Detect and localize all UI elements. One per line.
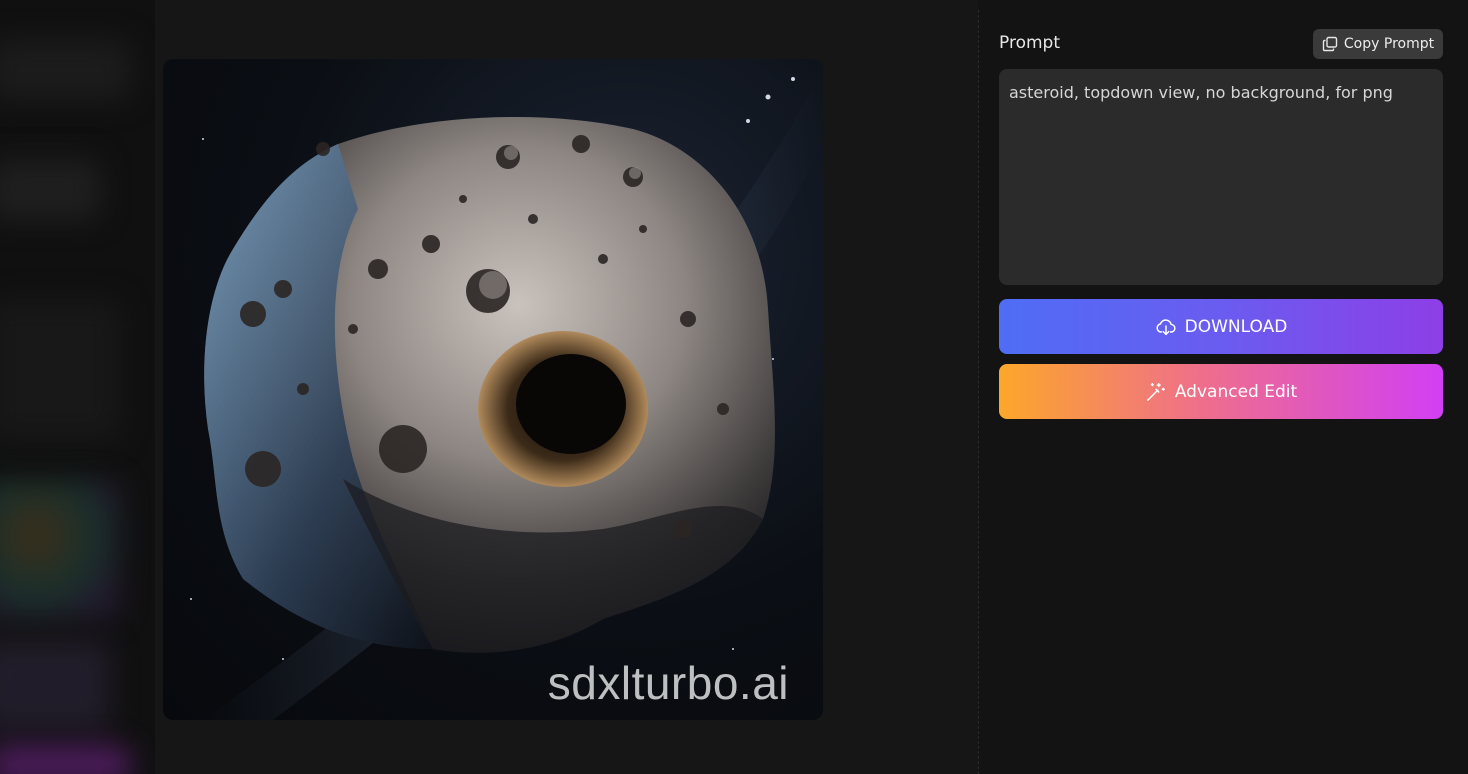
asteroid-illustration bbox=[190, 69, 823, 720]
generated-image[interactable]: sdxlturbo.ai bbox=[163, 59, 823, 720]
download-label: DOWNLOAD bbox=[1184, 316, 1288, 337]
blurred-thumbnail bbox=[0, 745, 130, 774]
blurred-sidebar-backdrop bbox=[0, 0, 160, 774]
prompt-label: Prompt bbox=[999, 33, 1060, 53]
blurred-block bbox=[0, 300, 120, 440]
copy-icon bbox=[1322, 36, 1338, 52]
panel-divider bbox=[978, 10, 979, 774]
blurred-thumbnail bbox=[0, 640, 110, 730]
prompt-textarea[interactable]: asteroid, topdown view, no background, f… bbox=[999, 69, 1443, 285]
copy-prompt-label: Copy Prompt bbox=[1343, 36, 1435, 52]
advanced-edit-label: Advanced Edit bbox=[1174, 381, 1298, 402]
advanced-edit-button[interactable]: Advanced Edit bbox=[999, 364, 1443, 419]
copy-prompt-button[interactable]: Copy Prompt bbox=[1313, 29, 1443, 59]
blurred-block bbox=[0, 160, 100, 220]
blurred-block bbox=[0, 40, 130, 100]
download-button[interactable]: DOWNLOAD bbox=[999, 299, 1443, 354]
magic-wand-icon bbox=[1145, 381, 1167, 403]
app-page: sdxlturbo.ai Prompt Copy Prompt asteroid… bbox=[0, 0, 1468, 774]
image-watermark: sdxlturbo.ai bbox=[547, 657, 789, 709]
cloud-download-icon bbox=[1155, 316, 1177, 338]
blurred-thumbnail bbox=[0, 480, 120, 620]
